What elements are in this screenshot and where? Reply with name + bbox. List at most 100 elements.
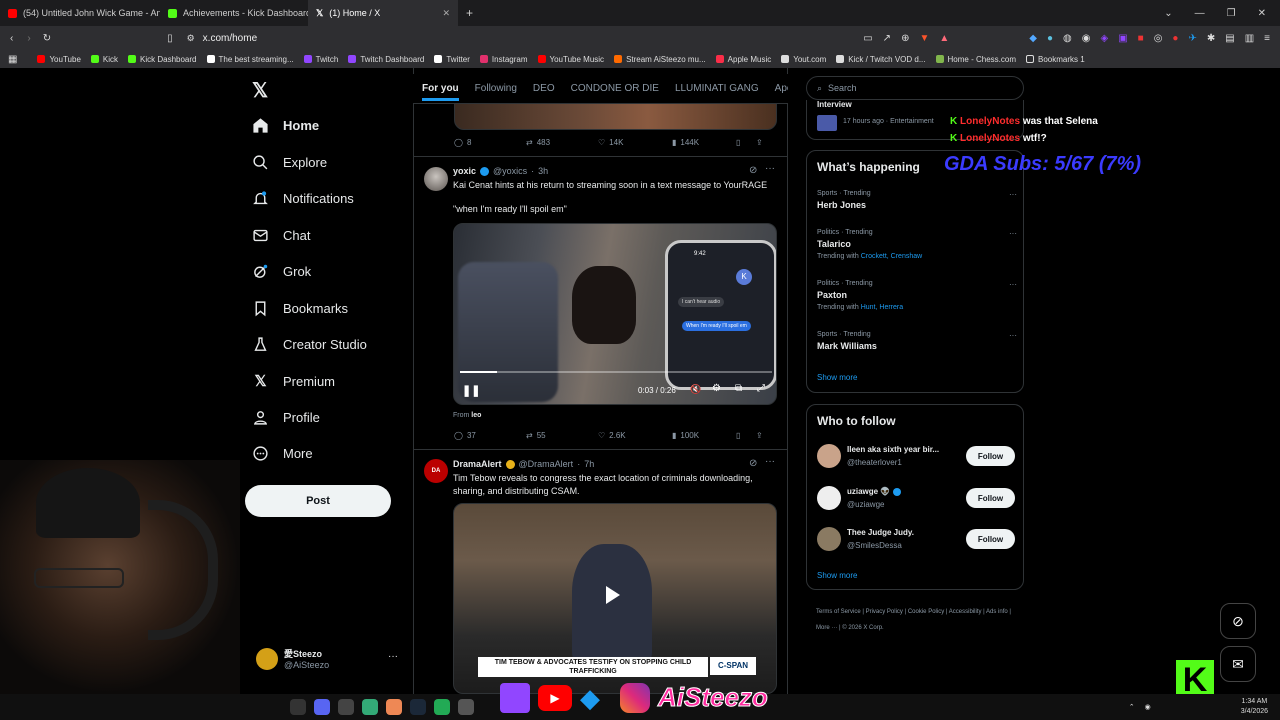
reply-button[interactable]: ◯ 8 <box>454 138 526 147</box>
more-dots-icon[interactable]: ··· <box>765 163 775 174</box>
minimize-icon[interactable]: — <box>1195 8 1205 19</box>
tab-ape[interactable]: Ape <box>775 83 788 94</box>
like-button[interactable]: ♡ 14K <box>598 138 672 147</box>
forward-icon[interactable]: › <box>27 33 30 44</box>
tab-list-icon[interactable]: ⌄ <box>1164 8 1172 19</box>
search-box[interactable]: ⌕ Search <box>806 76 1024 100</box>
reply-button[interactable]: ◯ 37 <box>454 431 526 440</box>
trend-item[interactable]: Politics · Trending Paxton Trending with… <box>817 280 1017 311</box>
back-icon[interactable]: ‹ <box>10 33 13 44</box>
x-logo-icon[interactable]: 𝕏 <box>252 78 268 103</box>
apps-grid-icon[interactable]: ▦ <box>8 54 17 65</box>
follow-suggestion[interactable]: uziawge 👽 @uziawge Follow <box>817 484 1017 514</box>
bookmark-kick[interactable]: Kick <box>90 55 118 64</box>
account-switcher[interactable]: 愛Steezo @AiSteezo ··· <box>256 646 406 674</box>
more-dots-icon[interactable]: ··· <box>1009 331 1017 340</box>
steam-icon[interactable] <box>410 699 426 715</box>
trend-item[interactable]: Sports · Trending Herb Jones ··· <box>817 190 1017 210</box>
sidebar-item-creator-studio[interactable]: Creator Studio <box>252 336 367 353</box>
tray-icon[interactable]: ◉ <box>1145 703 1151 711</box>
post-button[interactable]: Post <box>245 485 391 517</box>
sidebar-item-home[interactable]: Home <box>252 117 319 134</box>
bookmark-kick-dashboard[interactable]: Kick Dashboard <box>128 55 197 64</box>
bookmark-twitter[interactable]: Twitter <box>434 55 470 64</box>
discord-icon[interactable] <box>314 699 330 715</box>
bookmark-twitch-dashboard[interactable]: Twitch Dashboard <box>348 55 424 64</box>
more-dots-icon[interactable]: ··· <box>1009 280 1017 289</box>
app-icon[interactable] <box>338 699 354 715</box>
rewards-icon[interactable]: ▲ <box>939 33 949 44</box>
zoom-icon[interactable]: ⊕ <box>901 33 909 44</box>
follow-suggestion[interactable]: Thee Judge Judy. @SmilesDessa Follow <box>817 525 1017 555</box>
video-player[interactable]: 9:42 K I can't hear audio When I'm ready… <box>453 223 777 405</box>
follow-button[interactable]: Follow <box>966 529 1015 549</box>
browser-tab-youtube[interactable]: (54) Untitled John Wick Game - Anno <box>0 0 160 26</box>
browser-tab-x[interactable]: 𝕏 (1) Home / X ✕ <box>308 0 458 26</box>
sidebar-item-grok[interactable]: Grok <box>252 263 311 280</box>
show-more-link[interactable]: Show more <box>817 571 857 580</box>
post-yoxic[interactable]: yoxic @yoxics · 3h ⊘ ··· Kai Cenat hints… <box>414 157 787 449</box>
more-dots-icon[interactable]: ··· <box>765 456 775 467</box>
app-icon[interactable] <box>434 699 450 715</box>
author-handle[interactable]: @yoxics <box>493 166 527 176</box>
video-player[interactable]: TIM TEBOW & ADVOCATES TESTIFY ON STOPPIN… <box>453 503 777 694</box>
bookmark-streaming[interactable]: The best streaming... <box>206 55 294 64</box>
sidebar-item-more[interactable]: More <box>252 445 313 462</box>
close-tab-icon[interactable]: ✕ <box>442 8 450 19</box>
tab-for-you[interactable]: For you <box>422 83 459 101</box>
news-title[interactable]: Interview <box>817 100 852 109</box>
settings-icon[interactable]: ⚙ <box>712 383 721 394</box>
close-window-icon[interactable]: ✕ <box>1258 8 1266 19</box>
bookmark-twitch[interactable]: Twitch <box>303 55 338 64</box>
bookmark-chess[interactable]: Home - Chess.com <box>935 55 1016 64</box>
share-button[interactable]: ⇪ <box>756 431 763 440</box>
play-icon[interactable] <box>606 586 620 604</box>
site-info-icon[interactable]: ⚙ <box>187 33 195 44</box>
extension-icon[interactable]: ◍ <box>1063 33 1072 44</box>
messages-floating-button[interactable]: ✉ <box>1220 646 1256 682</box>
share-button[interactable]: ⇪ <box>756 138 763 147</box>
extension-icon[interactable]: ✈ <box>1188 33 1196 44</box>
fullscreen-icon[interactable]: ⤢ <box>757 383 765 394</box>
bookmark-folder[interactable]: Bookmarks 1 <box>1025 55 1085 64</box>
bookmark-button[interactable]: ▯ <box>736 431 756 440</box>
tab-deo[interactable]: DEO <box>533 83 555 94</box>
extension-icon[interactable]: ◎ <box>1154 33 1163 44</box>
extensions-menu-icon[interactable]: ✱ <box>1207 33 1215 44</box>
app-icon[interactable] <box>458 699 474 715</box>
post-time[interactable]: 7h <box>584 459 594 469</box>
pause-icon[interactable]: ❚❚ <box>462 384 480 397</box>
trend-related[interactable]: Crockett, Crenshaw <box>861 253 922 260</box>
bookmark-apple-music[interactable]: Apple Music <box>715 55 771 64</box>
follow-suggestion[interactable]: Ileen aka sixth year bir... @theaterlove… <box>817 442 1017 472</box>
video-progress-track[interactable] <box>460 371 772 373</box>
author-name[interactable]: DramaAlert <box>453 459 502 469</box>
repost-button[interactable]: ⇄ 55 <box>526 431 598 440</box>
bookmark-youtube-music[interactable]: YouTube Music <box>537 55 604 64</box>
follow-button[interactable]: Follow <box>966 446 1015 466</box>
menu-icon[interactable]: ≡ <box>1264 33 1270 44</box>
browser-tab-kick[interactable]: Achievements - Kick Dashboard <box>160 0 308 26</box>
extension-icon[interactable]: ● <box>1172 33 1178 44</box>
reload-icon[interactable]: ↻ <box>43 33 51 44</box>
sidebar-item-premium[interactable]: 𝕏 Premium <box>252 372 335 390</box>
footer-link[interactable]: Cookie Policy <box>908 609 944 615</box>
brave-shield-icon[interactable]: ▼ <box>919 33 929 44</box>
extension-icon[interactable]: ▣ <box>1118 33 1127 44</box>
post-time[interactable]: 3h <box>538 166 548 176</box>
grok-icon[interactable]: ⊘ <box>749 458 757 469</box>
more-dots-icon[interactable]: ··· <box>388 651 398 662</box>
trend-item[interactable]: Politics · Trending Talarico Trending wi… <box>817 229 1017 260</box>
clock-time[interactable]: 1:34 AM <box>1241 697 1268 707</box>
sidebar-item-bookmarks[interactable]: Bookmarks <box>252 300 348 317</box>
author-handle[interactable]: @DramaAlert <box>519 459 574 469</box>
sidebar-item-explore[interactable]: Explore <box>252 154 327 171</box>
maximize-icon[interactable]: ❐ <box>1227 8 1236 19</box>
app-icon[interactable] <box>362 699 378 715</box>
grok-floating-button[interactable]: ⊘ <box>1220 603 1256 639</box>
footer-link[interactable]: Terms of Service <box>816 609 861 615</box>
extension-icon[interactable]: ◆ <box>1029 33 1037 44</box>
mute-icon[interactable]: 🔇 <box>690 384 701 395</box>
bookmark-page-icon[interactable]: ▯ <box>167 33 173 44</box>
like-button[interactable]: ♡ 2.6K <box>598 431 672 440</box>
